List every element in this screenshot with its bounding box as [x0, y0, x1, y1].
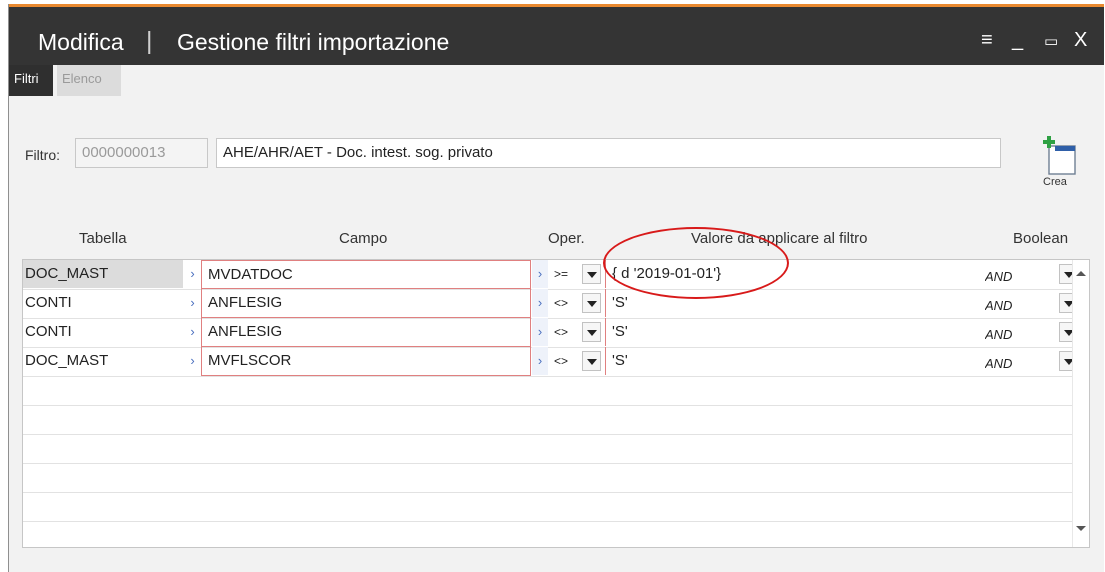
scroll-down-icon[interactable] — [1076, 526, 1086, 531]
tab-elenco[interactable]: Elenco — [57, 65, 121, 96]
vertical-scrollbar[interactable] — [1072, 260, 1089, 547]
empty-row — [23, 434, 1089, 464]
maximize-icon[interactable]: ▭ — [1044, 32, 1058, 50]
tab-bar: Filtri Elenco — [9, 65, 1104, 96]
header-campo: Campo — [339, 230, 388, 247]
header-tabella: Tabella — [79, 230, 127, 247]
filter-description-field[interactable]: AHE/AHR/AET - Doc. intest. sog. privato — [216, 138, 1001, 168]
header-boolean: Boolean — [1013, 230, 1069, 247]
boolean-cell[interactable]: AND — [985, 292, 1045, 320]
empty-row — [23, 376, 1089, 406]
chevron-right-icon[interactable]: › — [185, 318, 200, 346]
operator-cell[interactable]: <> — [551, 318, 582, 346]
table-cell[interactable]: DOC_MAST — [23, 347, 183, 375]
filter-code-field[interactable]: 0000000013 — [75, 138, 208, 168]
window-title: Gestione filtri importazione — [177, 29, 450, 55]
chevron-right-icon[interactable]: › — [185, 260, 200, 288]
value-cell[interactable]: 'S' — [605, 347, 965, 375]
operator-cell[interactable]: >= — [551, 260, 582, 288]
operator-dropdown[interactable] — [582, 351, 601, 371]
chevron-right-icon[interactable]: › — [532, 318, 548, 346]
create-button[interactable]: Crea — [1037, 134, 1085, 194]
filter-grid: DOC_MAST › MVDATDOC › >= { d '2019-01-01… — [22, 259, 1090, 548]
close-icon[interactable]: X — [1074, 29, 1087, 52]
operator-dropdown[interactable] — [582, 264, 601, 284]
field-cell[interactable]: ANFLESIG — [201, 289, 531, 318]
boolean-cell[interactable]: AND — [985, 321, 1045, 349]
header-valore: Valore da applicare al filtro — [691, 230, 868, 247]
boolean-cell[interactable]: AND — [985, 263, 1045, 291]
empty-row — [23, 492, 1089, 522]
operator-dropdown[interactable] — [582, 322, 601, 342]
window-mode-label: Modifica — [38, 29, 124, 55]
application-window: Modifica | Gestione filtri importazione … — [8, 4, 1104, 572]
table-cell[interactable]: DOC_MAST — [23, 260, 183, 288]
chevron-right-icon[interactable]: › — [532, 289, 548, 317]
value-cell[interactable]: 'S' — [605, 318, 965, 346]
crea-new-record-icon — [1043, 136, 1076, 175]
operator-cell[interactable]: <> — [551, 347, 582, 375]
create-button-label: Crea — [1043, 176, 1067, 188]
table-cell[interactable]: CONTI — [23, 318, 183, 346]
empty-row — [23, 463, 1089, 493]
chevron-right-icon[interactable]: › — [532, 347, 548, 375]
title-bar: Modifica | Gestione filtri importazione … — [9, 7, 1104, 65]
minimize-icon[interactable]: _ — [1012, 29, 1023, 52]
field-cell[interactable]: MVFLSCOR — [201, 347, 531, 376]
filter-label: Filtro: — [25, 147, 60, 163]
table-row[interactable]: DOC_MAST › MVFLSCOR › <> 'S' AND — [23, 347, 1089, 377]
table-row[interactable]: CONTI › ANFLESIG › <> 'S' AND — [23, 318, 1089, 348]
table-row[interactable]: CONTI › ANFLESIG › <> 'S' AND — [23, 289, 1089, 319]
table-cell[interactable]: CONTI — [23, 289, 183, 317]
operator-cell[interactable]: <> — [551, 289, 582, 317]
operator-dropdown[interactable] — [582, 293, 601, 313]
field-cell[interactable]: MVDATDOC — [201, 260, 531, 289]
hamburger-menu-icon[interactable]: ≡ — [981, 29, 993, 52]
header-oper: Oper. — [548, 230, 585, 247]
tab-filtri[interactable]: Filtri — [9, 65, 53, 96]
chevron-right-icon[interactable]: › — [185, 347, 200, 375]
title-separator: | — [146, 27, 153, 55]
chevron-right-icon[interactable]: › — [185, 289, 200, 317]
scroll-up-icon[interactable] — [1076, 271, 1086, 276]
value-cell[interactable]: 'S' — [605, 289, 965, 317]
value-cell[interactable]: { d '2019-01-01'} — [605, 260, 965, 288]
boolean-cell[interactable]: AND — [985, 350, 1045, 378]
chevron-right-icon[interactable]: › — [532, 260, 548, 288]
field-cell[interactable]: ANFLESIG — [201, 318, 531, 347]
table-row[interactable]: DOC_MAST › MVDATDOC › >= { d '2019-01-01… — [23, 260, 1089, 290]
empty-row — [23, 405, 1089, 435]
